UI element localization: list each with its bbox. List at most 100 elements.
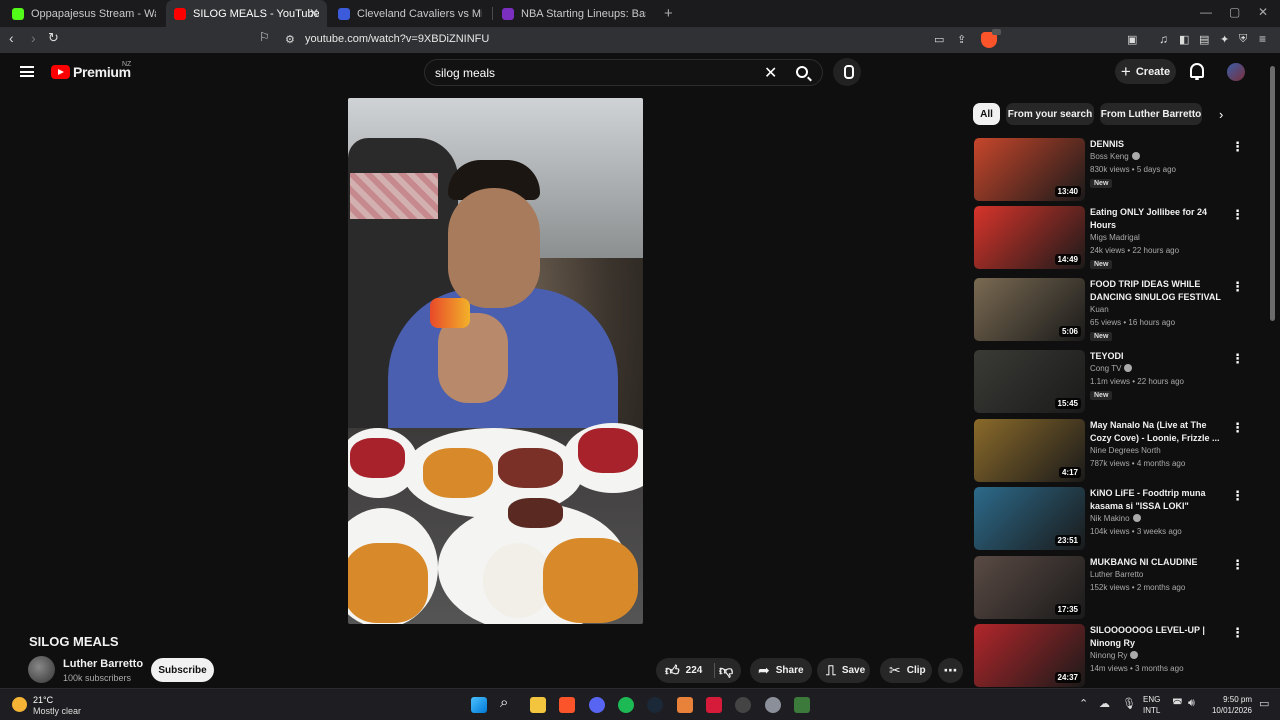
clear-search-icon[interactable]: ✕ [764,63,777,83]
video-thumbnail[interactable]: 17:35 [974,556,1085,619]
notifications-bell-icon[interactable] [1190,63,1204,80]
recommendation-channel[interactable]: Luther Barretto [1090,570,1143,579]
valorant-icon[interactable] [706,697,722,713]
more-options-icon[interactable]: ⋮ [1231,139,1244,155]
account-avatar[interactable] [1227,63,1245,81]
recommendation-channel-row[interactable]: Cong TV [1090,364,1133,373]
recommendation-channel-row[interactable]: Luther Barretto [1090,570,1143,579]
search-icon[interactable] [796,66,808,78]
recommendation-channel[interactable]: Nik Makino [1090,514,1130,523]
video-thumbnail[interactable]: 4:17 [974,419,1085,482]
recommendation-channel[interactable]: Migs Madrigal [1090,233,1140,242]
start-icon[interactable] [471,697,487,713]
vpn-icon[interactable]: ⛨ [1239,33,1247,46]
more-options-icon[interactable]: ⋮ [1231,625,1244,641]
clip-button[interactable]: ✂ Clip [880,658,932,683]
tray-chevron-icon[interactable]: ⌃ [1079,697,1088,710]
chip-all[interactable]: All [973,103,1000,125]
browser-tab-nba[interactable]: NBA Starting Lineups: Basketball Dai [494,0,654,27]
steam-icon[interactable] [647,697,663,713]
minimize-icon[interactable]: — [1200,5,1212,19]
recommendation-channel-row[interactable]: Nik Makino [1090,514,1141,523]
recommendation-item[interactable]: 4:17 May Nanalo Na (Live at The Cozy Cove… [974,419,1246,483]
share-page-icon[interactable]: ⇪ [957,33,966,46]
recommendation-channel-row[interactable]: Boss Keng [1090,152,1140,161]
video-thumbnail[interactable]: 23:51 [974,487,1085,550]
recommendation-item[interactable]: 14:49 Eating ONLY Jollibee for 24 Hours Mi… [974,206,1246,270]
microphone-icon[interactable]: 🎙︎ [1122,697,1136,710]
back-icon[interactable]: ‹ [9,30,14,46]
video-player[interactable] [348,98,643,624]
more-options-icon[interactable]: ⋮ [1231,351,1244,367]
scrollbar-thumb[interactable] [1270,66,1275,321]
spotify-icon[interactable] [618,697,634,713]
settings-icon[interactable] [765,697,781,713]
save-button[interactable]: ⎍ Save [817,658,870,683]
channel-name[interactable]: Luther Barretto [63,658,143,670]
brave-browser-icon[interactable] [559,697,575,713]
wifi-icon[interactable]: ◚ [1172,697,1183,710]
recommendation-title[interactable]: MUKBANG NI CLAUDINE [1090,556,1228,569]
input-language[interactable]: ENG INTL [1143,694,1160,716]
browser-tab-youtube[interactable]: SILOG MEALS - YouTube ✕ [166,0,327,27]
brave-shields-icon[interactable] [981,29,1001,48]
recommendation-item[interactable]: 17:35 MUKBANG NI CLAUDINE Luther Barretto 1… [974,556,1246,620]
video-thumbnail[interactable]: 24:37 [974,624,1085,687]
file-explorer-icon[interactable] [530,697,546,713]
app-icon[interactable] [677,697,693,713]
recommendation-channel-row[interactable]: Nine Degrees North [1090,446,1161,455]
media-icon[interactable]: ♫ [1159,32,1168,46]
close-window-icon[interactable]: ✕ [1258,5,1268,19]
create-button[interactable]: + Create [1115,59,1176,84]
recommendation-channel-row[interactable]: Migs Madrigal [1090,233,1140,242]
recommendation-item[interactable]: 13:40 DENNIS Boss Keng 830k views • 5 days … [974,138,1246,202]
more-actions-icon[interactable]: ⋯ [938,658,963,683]
discord-icon[interactable] [589,697,605,713]
search-input[interactable]: silog meals [435,66,495,80]
recommendation-channel-row[interactable]: Ninong Ry [1090,651,1139,660]
chip-from-channel[interactable]: From Luther Barretto [1100,103,1202,125]
more-options-icon[interactable]: ⋮ [1231,279,1244,295]
recommendation-title[interactable]: DENNIS [1090,138,1228,151]
recommendation-title[interactable]: SILOOOOOOG LEVEL-UP | Ninong Ry [1090,624,1228,650]
volume-icon[interactable]: 🔊︎ [1188,697,1195,710]
app-icon[interactable] [735,697,751,713]
video-thumbnail[interactable]: 14:49 [974,206,1085,269]
wallet-icon[interactable]: ▤ [1199,33,1209,46]
recommendation-title[interactable]: TEYODI [1090,350,1228,363]
reload-icon[interactable]: ↻ [48,30,59,46]
subscribe-button[interactable]: Subscribe [151,658,214,682]
sidebar-icon[interactable]: ◧ [1179,33,1189,46]
voice-search-icon[interactable] [833,58,861,86]
notification-icon[interactable]: ▭ [1259,697,1269,710]
recommendation-channel[interactable]: Cong TV [1090,364,1121,373]
recommendation-title[interactable]: May Nanalo Na (Live at The Cozy Cove) - … [1090,419,1228,445]
recommendation-item[interactable]: 5:06 FOOD TRIP IDEAS WHILE DANCING SINULO… [974,278,1246,342]
more-options-icon[interactable]: ⋮ [1231,207,1244,223]
address-bar[interactable]: youtube.com/watch?v=9XBDiZNINFU [305,33,489,45]
more-options-icon[interactable]: ⋮ [1231,420,1244,436]
weather-temperature[interactable]: 21°C [33,695,53,705]
menu-icon[interactable]: ≡ [1259,32,1266,46]
extensions-icon[interactable]: ▣ [1127,33,1137,46]
site-info-icon[interactable]: ⚙ [285,33,295,46]
channel-avatar[interactable] [28,656,55,683]
weather-condition[interactable]: Mostly clear [33,706,81,716]
browser-tab-kick[interactable]: Oppapajesus Stream - Watch Live on [4,0,164,27]
chevron-right-icon[interactable]: › [1219,107,1223,122]
video-thumbnail[interactable]: 13:40 [974,138,1085,201]
network-app-icon[interactable]: ☁ [1099,697,1110,710]
video-thumbnail[interactable]: 5:06 [974,278,1085,341]
more-options-icon[interactable]: ⋮ [1231,488,1244,504]
like-button[interactable]: 👍︎ 224 👎︎ [656,658,741,683]
chip-from-your-search[interactable]: From your search [1006,103,1094,125]
youtube-premium-logo[interactable]: Premium NZ [51,61,131,80]
video-thumbnail[interactable]: 15:45 [974,350,1085,413]
system-clock[interactable]: 9:50 pm 10/01/2026 [1208,694,1252,716]
recommendation-channel[interactable]: Boss Keng [1090,152,1129,161]
recommendation-item[interactable]: 15:45 TEYODI Cong TV 1.1m views • 22 hours … [974,350,1246,414]
cast-icon[interactable]: ▭ [934,33,944,46]
search-box[interactable]: silog meals ✕ [424,59,823,86]
close-tab-icon[interactable]: ✕ [309,6,319,20]
app-icon[interactable] [794,697,810,713]
